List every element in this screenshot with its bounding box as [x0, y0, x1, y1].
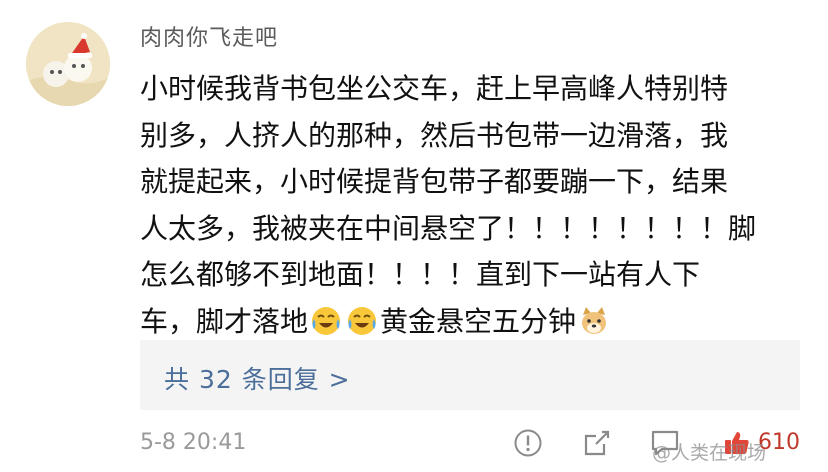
- comment-text-part2: 黄金悬空五分钟: [380, 304, 577, 338]
- doge-emoji: [578, 305, 610, 337]
- username[interactable]: 肉肉你飞走吧: [140, 20, 278, 52]
- watermark: @人类在现场: [652, 442, 767, 464]
- comment-text-part1: 小时候我背书包坐公交车，赶上早高峰人特别特 别多，人挤人的那种，然后书包带一边滑…: [140, 72, 757, 338]
- avatar[interactable]: [26, 22, 110, 106]
- report-icon[interactable]: [513, 428, 543, 458]
- view-replies-link[interactable]: 共 32 条回复 >: [164, 360, 351, 396]
- replies-box[interactable]: 共 32 条回复 >: [140, 340, 800, 410]
- comment-text: 小时候我背书包坐公交车，赶上早高峰人特别特 别多，人挤人的那种，然后书包带一边滑…: [140, 66, 790, 345]
- crying-laughing-emoji: [310, 305, 342, 337]
- share-icon[interactable]: [582, 428, 612, 458]
- crying-laughing-emoji: [346, 305, 378, 337]
- timestamp: 5-8 20:41: [140, 430, 247, 455]
